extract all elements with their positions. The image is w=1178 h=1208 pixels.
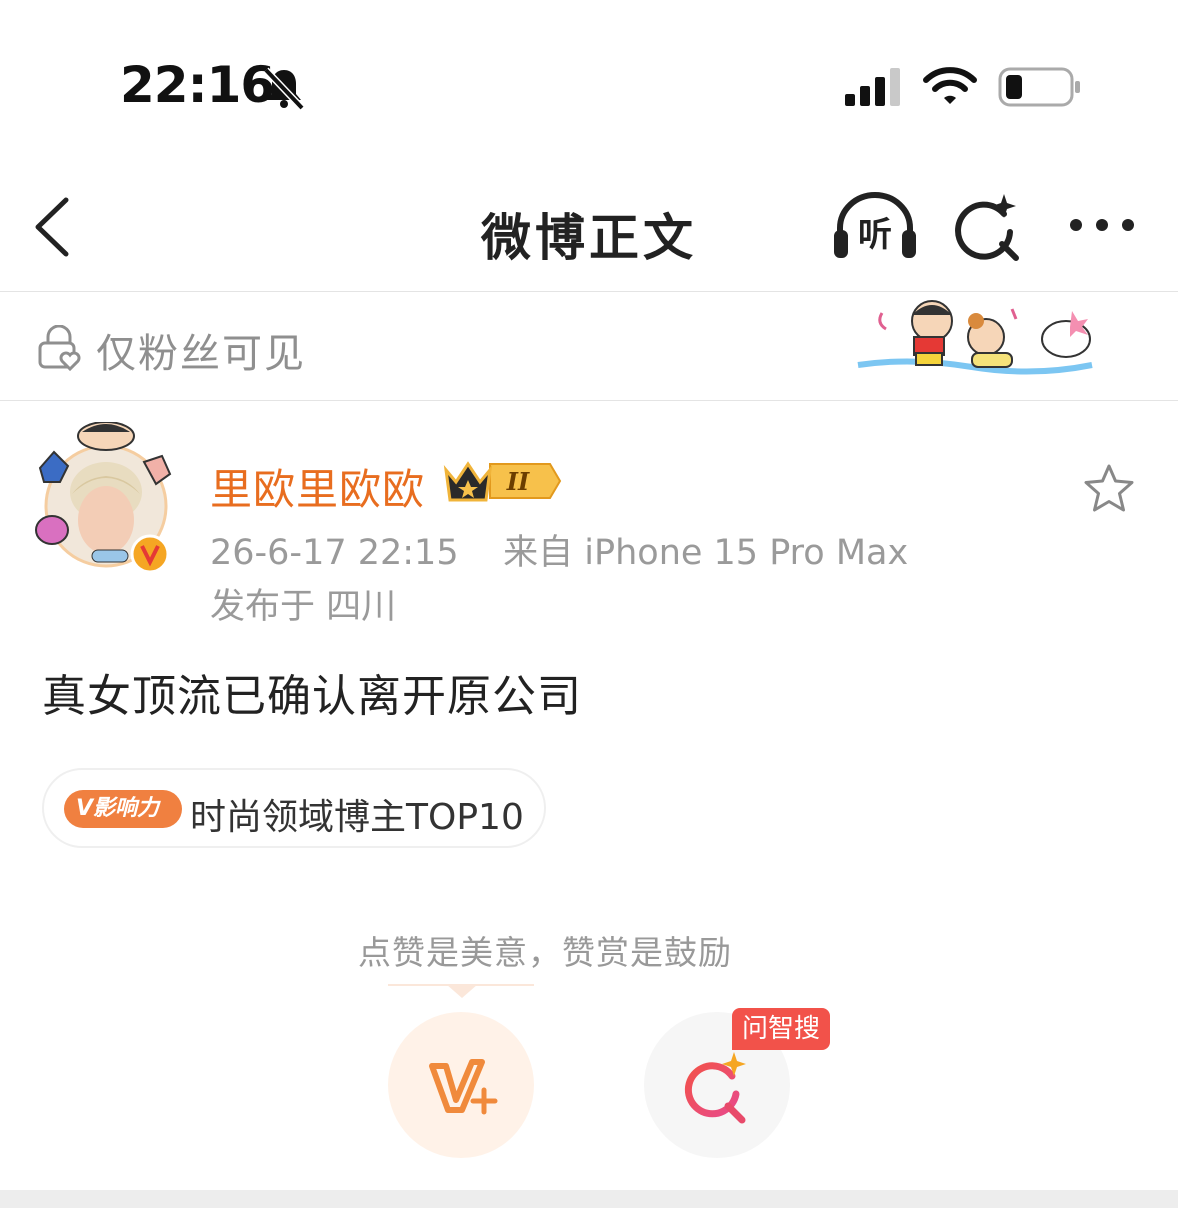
vplus-reward-button[interactable] [388,1012,534,1158]
bottom-divider [0,1190,1178,1208]
cartoon-sticker-decoration [857,300,1093,375]
visibility-label: 仅粉丝可见 [96,331,306,377]
smart-search-icon [684,1052,746,1124]
cellular-signal-icon [845,68,900,106]
visibility-bar: 仅粉丝可见 [0,293,1178,401]
smart-search-badge: 问智搜 [732,1008,830,1050]
post-content: 真女顶流已确认离开原公司 [42,671,582,722]
post-timestamp: 26-6-17 22:15 [210,533,459,573]
svg-text:听: 听 [858,215,892,255]
ai-search-icon[interactable] [952,192,1024,264]
crown-member-badge-icon[interactable]: II [440,458,562,504]
svg-text:II: II [506,467,530,496]
hint-caret [446,984,478,998]
nav-bar: 微博正文 听 [0,170,1178,292]
avatar[interactable] [32,422,180,574]
status-time: 22:16 [120,56,275,114]
listen-icon[interactable]: 听 [832,192,918,262]
vplus-icon [429,1059,498,1115]
post-location: 发布于 四川 [210,587,397,627]
bell-slash-icon [263,67,305,110]
lock-heart-icon [38,325,81,371]
post-source: 来自 iPhone 15 Pro Max [503,533,909,573]
reward-hint: 点赞是美意，赞赏是鼓励 [358,933,732,972]
post-meta: 26-6-17 22:15 来自 iPhone 15 Pro Max [210,524,908,575]
influence-badge: V影响力 [64,790,182,828]
influence-tag[interactable]: V影响力 时尚领域博主TOP10 [42,768,546,848]
wifi-icon [923,67,977,104]
battery-low-icon [998,67,1080,107]
status-bar: 22:16 [0,0,1178,170]
more-icon[interactable] [1066,212,1138,238]
author-name[interactable]: 里欧里欧欧 [210,456,425,517]
influence-label: 时尚领域博主TOP10 [190,797,524,838]
favorite-star-icon[interactable] [1082,462,1136,516]
